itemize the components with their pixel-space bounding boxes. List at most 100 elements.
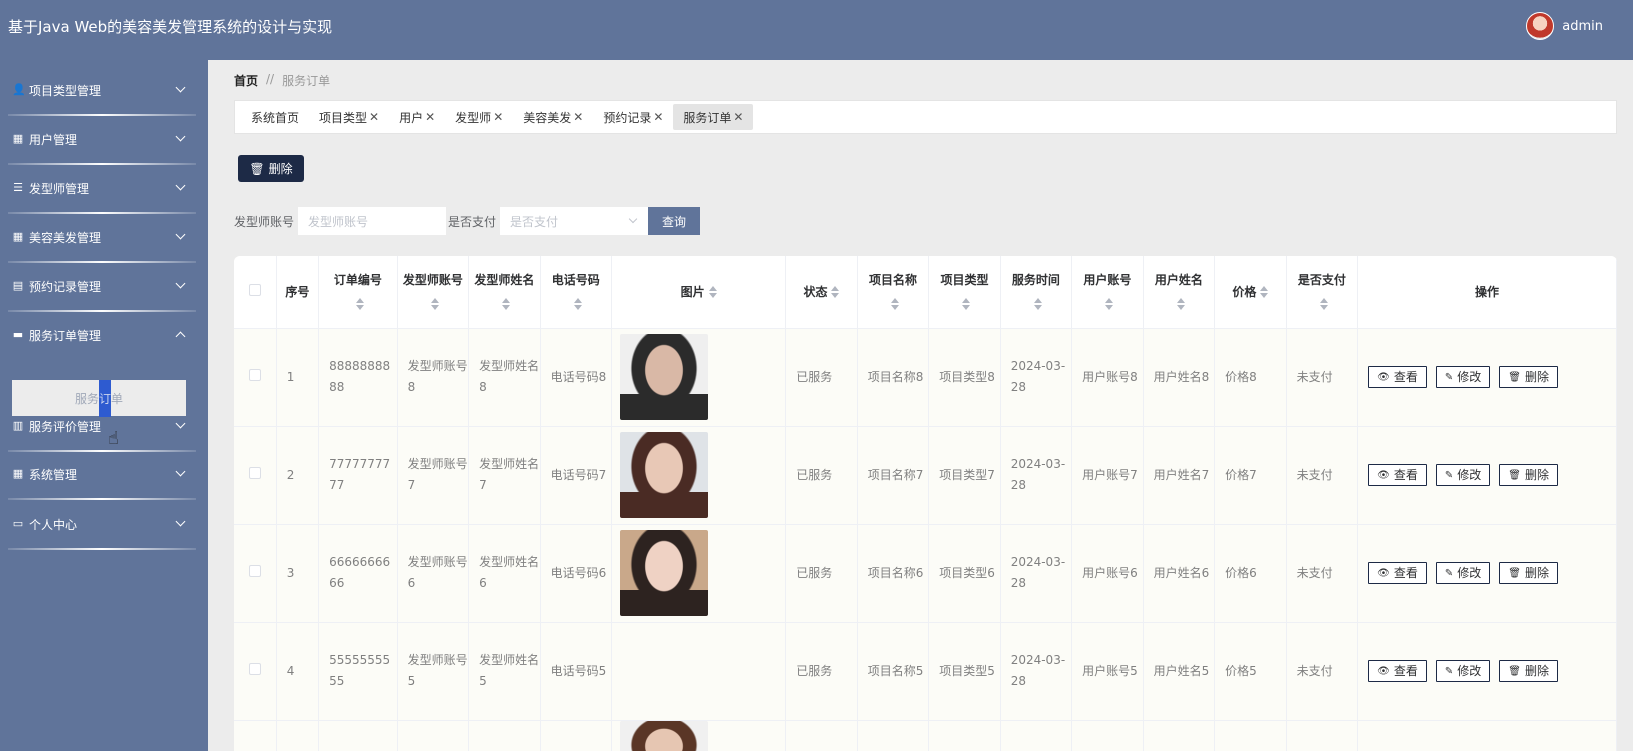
table-row[interactable]: 3 6666666666 发型师账号6 发型师姓名6 电话号码6 已服务 项目名称6 项目类型… [234, 524, 1617, 623]
cell-actions: 👁 查看 ✎ 修改 🗑 删除 [1357, 328, 1617, 427]
delete-button[interactable]: 🗑 删除 [1499, 660, 1558, 682]
col-phone[interactable]: 电话号码 [540, 256, 613, 329]
edit-button[interactable]: ✎ 修改 [1435, 660, 1491, 682]
row-checkbox-cell [234, 328, 277, 427]
cell-item-name [857, 720, 930, 751]
cell-item-type: 项目类型7 [928, 426, 1001, 525]
table-row[interactable]: 1 8888888888 发型师账号8 发型师姓名8 电话号码8 已服务 项目名称8 项目类型… [234, 328, 1617, 427]
sidebar-item-beauty-hair[interactable]: ▦ 美容美发管理 [0, 213, 200, 261]
col-user-account[interactable]: 用户账号 [1071, 256, 1144, 329]
edit-button[interactable]: ✎ 修改 [1435, 464, 1491, 486]
query-button[interactable]: 查询 [648, 207, 701, 235]
sort-icon[interactable] [430, 298, 439, 311]
tab-users[interactable]: 用户 ✕ [389, 104, 445, 130]
sidebar-item-label: 服务评价管理 [29, 419, 102, 434]
sort-icon[interactable] [1176, 298, 1185, 311]
sort-icon[interactable] [573, 298, 582, 311]
stylist-account-input[interactable]: 发型师账号 [298, 207, 447, 235]
sort-icon[interactable] [708, 286, 717, 299]
sidebar-item-personal-center[interactable]: ▭ 个人中心 [0, 500, 200, 548]
edit-button[interactable]: ✎ 修改 [1435, 366, 1491, 388]
cell-status: 已服务 [785, 524, 858, 623]
tab-item-type[interactable]: 项目类型 ✕ [309, 104, 389, 130]
view-button[interactable]: 👁 查看 [1368, 464, 1427, 486]
sidebar-item-stylists[interactable]: ☰ 发型师管理 [0, 164, 200, 212]
col-item-name[interactable]: 项目名称 [857, 256, 930, 329]
cell-order-no: 5555555555 [318, 622, 398, 721]
eye-icon: 👁 [1377, 371, 1390, 383]
close-icon[interactable]: ✕ [573, 110, 583, 124]
col-item-type[interactable]: 项目类型 [928, 256, 1001, 329]
row-checkbox[interactable] [248, 368, 261, 381]
sort-icon[interactable] [962, 298, 971, 311]
view-button[interactable]: 👁 查看 [1368, 366, 1427, 388]
cell-item-type: 项目类型5 [928, 622, 1001, 721]
tab-home[interactable]: 系统首页 [241, 104, 309, 130]
sort-icon[interactable] [355, 298, 364, 311]
row-checkbox[interactable] [248, 466, 261, 479]
col-image[interactable]: 图片 [611, 256, 787, 329]
row-checkbox[interactable] [248, 662, 261, 675]
avatar[interactable] [1526, 12, 1555, 40]
col-price[interactable]: 价格 [1214, 256, 1287, 329]
cell-stylist-account: 发型师账号6 [397, 524, 470, 623]
sidebar-item-system[interactable]: ▦ 系统管理 [0, 450, 200, 498]
sidebar-item-item-type[interactable]: 👤 项目类型管理 [0, 66, 200, 114]
sort-icon[interactable] [1260, 286, 1269, 299]
table-row[interactable]: 2 7777777777 发型师账号7 发型师姓名7 电话号码7 已服务 项目名称7 项目类型… [234, 426, 1617, 525]
col-user-name[interactable]: 用户姓名 [1143, 256, 1216, 329]
batch-delete-button[interactable]: 🗑 删除 [238, 155, 304, 182]
sort-icon[interactable] [890, 298, 899, 311]
tab-appointments[interactable]: 预约记录 ✕ [593, 104, 673, 130]
delete-button[interactable]: 🗑 删除 [1499, 366, 1558, 388]
cell-item-type [928, 720, 1001, 751]
sidebar-subitem-service-order[interactable]: 服务订单 [12, 379, 186, 417]
view-button[interactable]: 👁 查看 [1368, 660, 1427, 682]
view-button[interactable]: 👁 查看 [1368, 562, 1427, 584]
eye-icon: 👁 [1377, 567, 1390, 579]
delete-button[interactable]: 🗑 删除 [1499, 562, 1558, 584]
cell-paid: 未支付 [1286, 426, 1359, 525]
sidebar-item-label: 项目类型管理 [29, 83, 102, 98]
col-paid[interactable]: 是否支付 [1286, 256, 1359, 329]
col-order-no[interactable]: 订单编号 [318, 256, 398, 329]
close-icon[interactable]: ✕ [493, 110, 503, 124]
col-service-time[interactable]: 服务时间 [1000, 256, 1073, 329]
tab-stylists[interactable]: 发型师 ✕ [445, 104, 513, 130]
tab-beauty-hair[interactable]: 美容美发 ✕ [513, 104, 593, 130]
cell-phone: 电话号码5 [540, 622, 613, 721]
edit-icon: ✎ [1444, 567, 1454, 579]
delete-button[interactable]: 🗑 删除 [1499, 464, 1558, 486]
tab-service-orders[interactable]: 服务订单 ✕ [673, 104, 754, 130]
close-icon[interactable]: ✕ [733, 110, 743, 124]
sort-icon[interactable] [1105, 298, 1114, 311]
close-icon[interactable]: ✕ [653, 110, 663, 124]
table-row[interactable]: 4 5555555555 发型师账号5 发型师姓名5 电话号码5 已服务 项目名称5 项目类型… [234, 622, 1617, 721]
sidebar-item-label: 发型师管理 [29, 181, 90, 196]
table-row[interactable] [234, 720, 1617, 751]
col-stylist-account[interactable]: 发型师账号 [397, 256, 470, 329]
breadcrumb-home[interactable]: 首页 [234, 72, 258, 89]
row-checkbox[interactable] [248, 564, 261, 577]
eye-icon: 👁 [1377, 469, 1390, 481]
stylist-photo [620, 720, 709, 751]
sort-icon[interactable] [831, 286, 840, 299]
edit-button[interactable]: ✎ 修改 [1435, 562, 1491, 584]
sidebar-item-service-orders[interactable]: ▬ 服务订单管理 [0, 311, 200, 359]
sidebar-item-appointments[interactable]: ▤ 预约记录管理 [0, 262, 200, 310]
app-title: 基于Java Web的美容美发管理系统的设计与实现 [8, 18, 333, 36]
sidebar-item-users[interactable]: ▦ 用户管理 [0, 115, 200, 163]
col-status[interactable]: 状态 [785, 256, 858, 329]
paid-select[interactable]: 是否支付 [500, 207, 649, 235]
select-all-checkbox[interactable] [248, 283, 261, 296]
close-icon[interactable]: ✕ [369, 110, 379, 124]
cell-actions: 👁 查看 ✎ 修改 🗑 删除 [1357, 622, 1617, 721]
sort-icon[interactable] [1033, 298, 1042, 311]
sort-icon[interactable] [1319, 298, 1328, 311]
col-stylist-name[interactable]: 发型师姓名 [468, 256, 541, 329]
sort-icon[interactable] [502, 298, 511, 311]
cell-user-account: 用户账号5 [1071, 622, 1144, 721]
close-icon[interactable]: ✕ [425, 110, 435, 124]
username[interactable]: admin [1562, 19, 1603, 34]
user-menu[interactable]: admin [1526, 12, 1603, 40]
